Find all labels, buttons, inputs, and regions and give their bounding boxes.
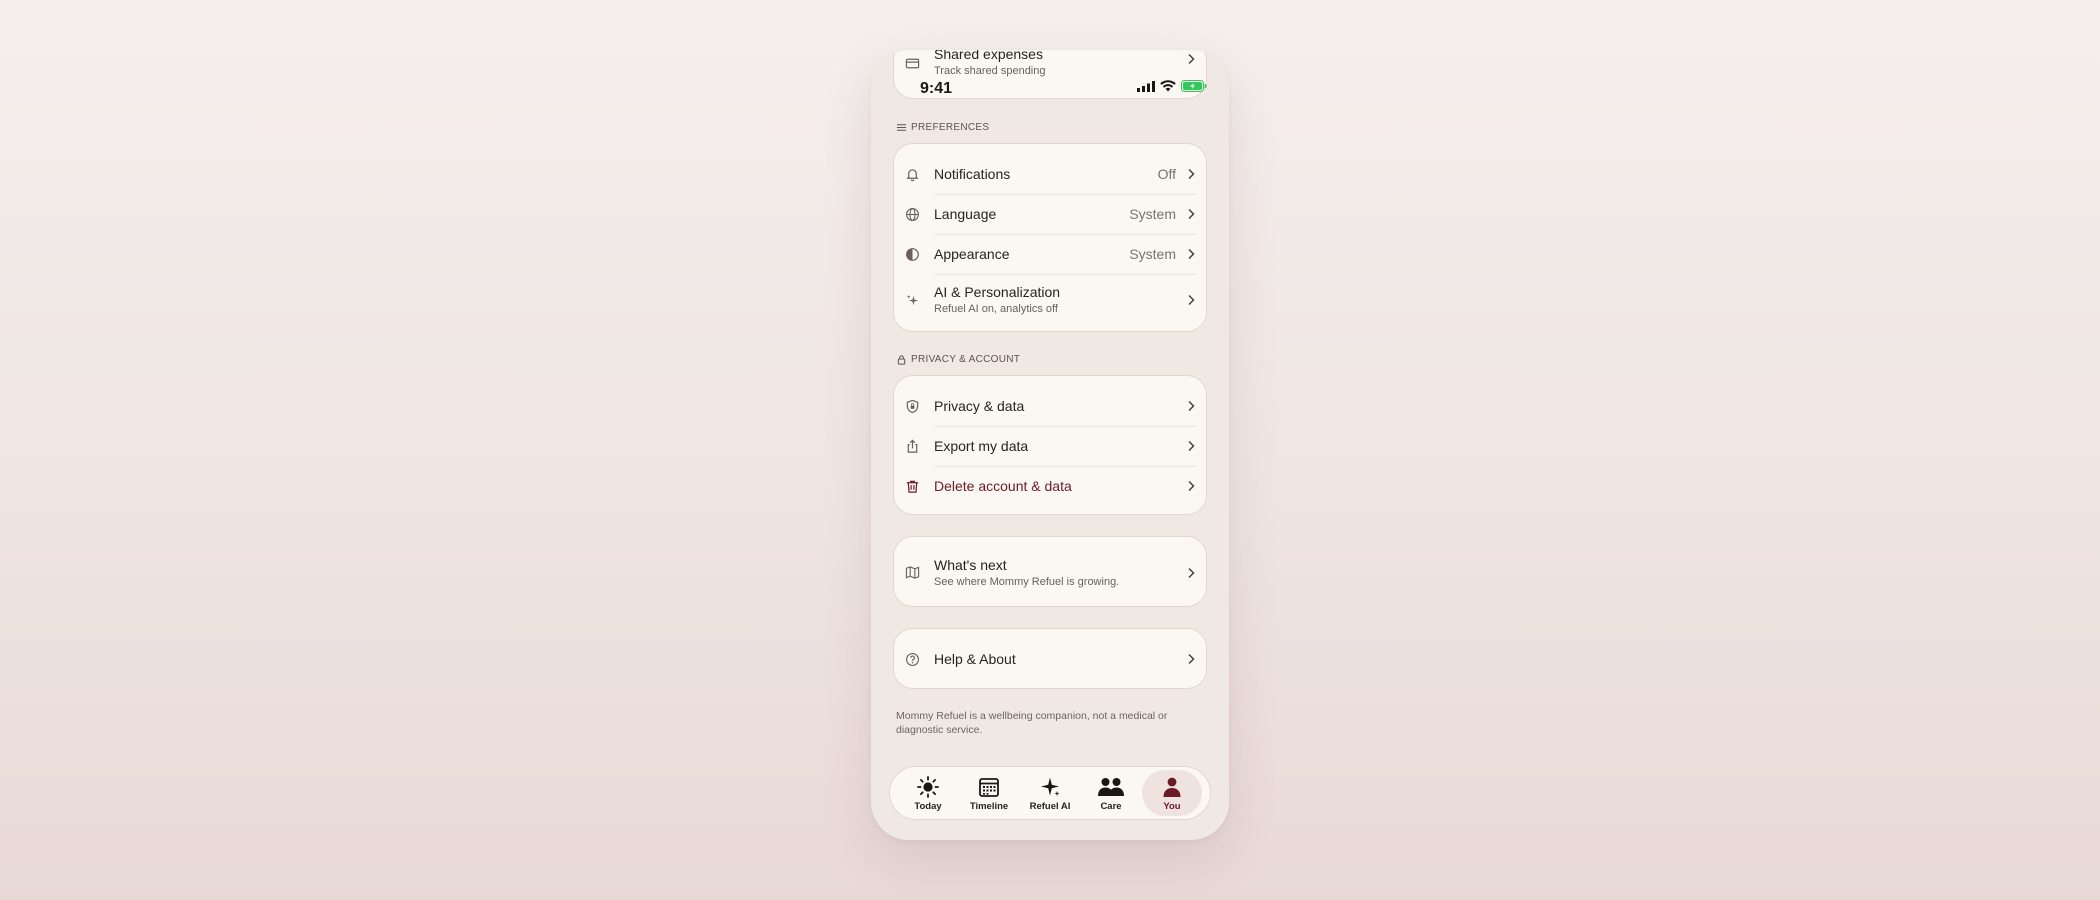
tab-timeline[interactable]: Timeline bbox=[959, 770, 1019, 816]
contrast-icon bbox=[905, 247, 920, 262]
language-value: System bbox=[1129, 206, 1176, 222]
shield-icon bbox=[905, 399, 920, 414]
help-card[interactable]: Help & About bbox=[893, 628, 1207, 689]
map-icon bbox=[905, 565, 920, 580]
people-icon bbox=[1096, 776, 1126, 798]
phone-frame: Shared expenses Track shared spending 9:… bbox=[871, 50, 1229, 840]
globe-icon bbox=[905, 207, 920, 222]
tab-today[interactable]: Today bbox=[898, 770, 958, 816]
chevron-right-icon bbox=[1186, 567, 1196, 579]
language-row[interactable]: Language System bbox=[894, 194, 1206, 234]
language-label: Language bbox=[934, 206, 997, 222]
sliders-icon bbox=[896, 122, 907, 133]
card-icon bbox=[905, 56, 920, 71]
status-time: 9:41 bbox=[920, 80, 953, 97]
tab-care[interactable]: Care bbox=[1081, 770, 1141, 816]
tab-you-label: You bbox=[1163, 801, 1181, 812]
lock-icon bbox=[896, 354, 907, 365]
help-about-row[interactable]: Help & About bbox=[894, 639, 1206, 679]
ai-personalization-row[interactable]: AI & Personalization Refuel AI on, analy… bbox=[894, 276, 1206, 324]
calendar-icon bbox=[977, 776, 1001, 798]
disclaimer-text: Mommy Refuel is a wellbeing companion, n… bbox=[896, 710, 1168, 736]
chevron-right-icon bbox=[1186, 400, 1196, 412]
question-icon bbox=[905, 652, 920, 667]
tab-bar: Today Timeline Refuel AI Care You bbox=[889, 766, 1211, 820]
bell-icon bbox=[905, 167, 920, 182]
wifi-icon bbox=[1160, 79, 1176, 97]
battery-icon bbox=[1181, 79, 1207, 97]
status-icons bbox=[1137, 79, 1207, 97]
whats-next-row[interactable]: What's next See where Mommy Refuel is gr… bbox=[894, 549, 1206, 597]
sparkle-icon bbox=[905, 293, 920, 308]
chevron-right-icon bbox=[1186, 248, 1196, 260]
whats-next-sub: See where Mommy Refuel is growing. bbox=[934, 576, 1120, 588]
preferences-card: Notifications Off Language System Appear… bbox=[893, 143, 1207, 332]
sun-icon bbox=[916, 776, 940, 798]
privacy-section-title: PRIVACY & ACCOUNT bbox=[896, 354, 1020, 365]
appearance-row[interactable]: Appearance System bbox=[894, 234, 1206, 274]
signal-icon bbox=[1137, 79, 1155, 97]
appearance-value: System bbox=[1129, 246, 1176, 262]
shared-expenses-sub: Track shared spending bbox=[934, 65, 1046, 77]
whats-next-card[interactable]: What's next See where Mommy Refuel is gr… bbox=[893, 536, 1207, 607]
privacy-data-label: Privacy & data bbox=[934, 398, 1025, 414]
chevron-right-icon bbox=[1186, 53, 1196, 65]
whats-next-label: What's next bbox=[934, 557, 1007, 573]
preferences-section-title: PREFERENCES bbox=[896, 122, 989, 133]
help-about-label: Help & About bbox=[934, 651, 1016, 667]
notifications-label: Notifications bbox=[934, 166, 1011, 182]
tab-timeline-label: Timeline bbox=[969, 801, 1009, 812]
appearance-label: Appearance bbox=[934, 246, 1010, 262]
privacy-card: Privacy & data Export my data Delete acc… bbox=[893, 375, 1207, 515]
tab-care-label: Care bbox=[1100, 801, 1122, 812]
chevron-right-icon bbox=[1186, 294, 1196, 306]
delete-account-row[interactable]: Delete account & data bbox=[894, 466, 1206, 506]
person-icon bbox=[1160, 776, 1184, 798]
trash-icon bbox=[905, 479, 920, 494]
chevron-right-icon bbox=[1186, 208, 1196, 220]
ai-personalization-label: AI & Personalization bbox=[934, 284, 1061, 300]
share-icon bbox=[905, 439, 920, 454]
chevron-right-icon bbox=[1186, 480, 1196, 492]
tab-refuel-ai-label: Refuel AI bbox=[1029, 801, 1071, 812]
notifications-row[interactable]: Notifications Off bbox=[894, 154, 1206, 194]
shared-expenses-label: Shared expenses bbox=[934, 50, 1043, 62]
notifications-value: Off bbox=[1157, 166, 1176, 182]
privacy-data-row[interactable]: Privacy & data bbox=[894, 386, 1206, 426]
chevron-right-icon bbox=[1186, 168, 1196, 180]
export-data-row[interactable]: Export my data bbox=[894, 426, 1206, 466]
divider bbox=[934, 274, 1196, 275]
tab-refuel-ai[interactable]: Refuel AI bbox=[1020, 770, 1080, 816]
chevron-right-icon bbox=[1186, 653, 1196, 665]
ai-personalization-sub: Refuel AI on, analytics off bbox=[934, 303, 1058, 315]
sparkle-icon bbox=[1038, 776, 1062, 798]
export-data-label: Export my data bbox=[934, 438, 1029, 454]
tab-today-label: Today bbox=[914, 801, 942, 812]
tab-you[interactable]: You bbox=[1142, 770, 1202, 816]
delete-account-label: Delete account & data bbox=[934, 478, 1072, 494]
chevron-right-icon bbox=[1186, 440, 1196, 452]
